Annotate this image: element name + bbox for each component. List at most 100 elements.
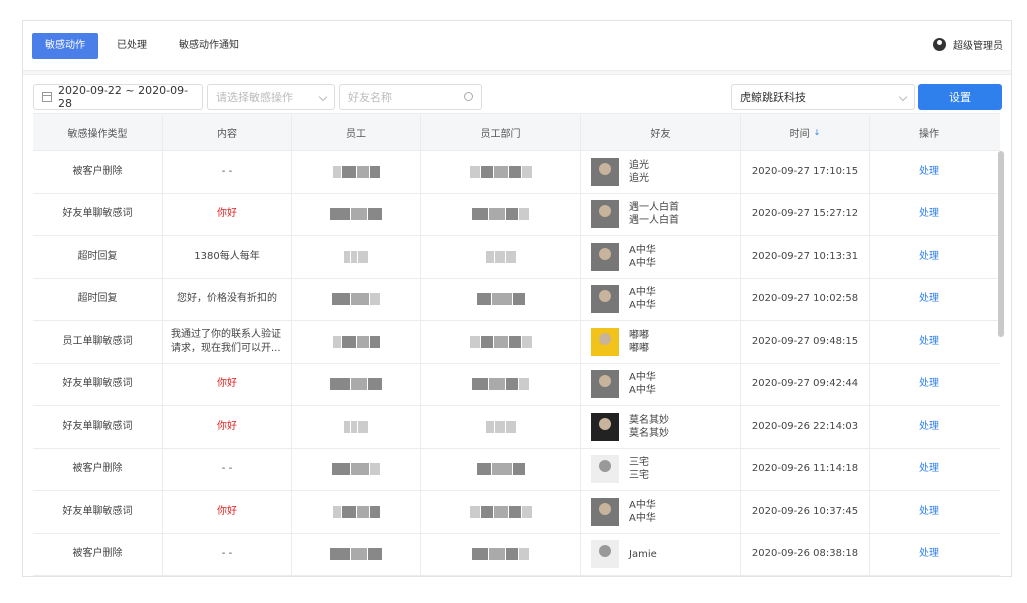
cell-action: 处理 (870, 491, 988, 533)
process-link[interactable]: 处理 (919, 250, 939, 264)
date-range-value: 2020-09-22 ~ 2020-09-28 (58, 84, 189, 110)
redacted-employee (344, 250, 368, 263)
cell-employee (292, 363, 421, 405)
friend-names: 追光 追光 (629, 159, 649, 185)
col-type: 敏感操作类型 (33, 114, 163, 150)
operation-select[interactable]: 请选择敏感操作 (207, 84, 335, 110)
cell-time: 2020-09-27 09:42:44 (741, 363, 870, 405)
user-menu[interactable]: 超级管理员 (933, 37, 1003, 52)
process-link[interactable]: 处理 (919, 165, 939, 179)
col-time[interactable]: 时间 ↓ (741, 114, 870, 150)
friend-names: A中华 A中华 (629, 499, 656, 525)
operation-placeholder: 请选择敏感操作 (216, 91, 293, 104)
table-row: 被客户删除 - - Jamie 2020-09-26 08:38:18 处理 (33, 533, 1000, 576)
tab-sensitive-notify[interactable]: 敏感动作通知 (166, 33, 252, 59)
cell-type: 好友单聊敏感词 (33, 491, 163, 533)
cell-employee (292, 151, 421, 193)
scrollbar[interactable] (998, 151, 1004, 337)
redacted-employee (332, 165, 380, 178)
col-content: 内容 (163, 114, 292, 150)
friend-name: 追光 (629, 159, 649, 171)
cell-friend: A中华 A中华 (581, 278, 741, 320)
cell-content: 你好 (163, 193, 292, 235)
cell-action: 处理 (870, 534, 988, 576)
redacted-department (469, 165, 532, 178)
cell-friend: 遇一人白首 遇一人白首 (581, 193, 741, 235)
friend-name: 嘟嘟 (629, 342, 649, 354)
table-row: 员工单聊敏感词 我通过了你的联系人验证请求，现在我们可以开... 嘟嘟 嘟嘟 2020-… (33, 321, 1000, 364)
cell-friend: 追光 追光 (581, 151, 741, 193)
friend-names: A中华 A中华 (629, 244, 656, 270)
process-link[interactable]: 处理 (919, 547, 939, 561)
cell-type: 被客户删除 (33, 448, 163, 490)
col-action: 操作 (919, 128, 939, 140)
cell-content: 你好 (163, 491, 292, 533)
company-select[interactable]: 虎鲸跳跃科技 (731, 84, 915, 110)
table-body: 被客户删除 - - 追光 追光 2020-09-27 17:10:15 处理 好友单聊敏感词… (33, 151, 1000, 576)
redacted-employee (332, 335, 380, 348)
tab-processed[interactable]: 已处理 (104, 33, 160, 59)
redacted-employee (330, 208, 382, 221)
redacted-employee (330, 378, 382, 391)
process-link[interactable]: 处理 (919, 292, 939, 306)
date-range-picker[interactable]: 2020-09-22 ~ 2020-09-28 (33, 84, 203, 110)
cell-employee (292, 448, 421, 490)
cell-time: 2020-09-27 10:02:58 (741, 278, 870, 320)
cell-employee (292, 236, 421, 278)
cell-department (421, 363, 581, 405)
table-row: 超时回复 1380每人每年 A中华 A中华 2020-09-27 10:13:31 处理 (33, 236, 1000, 279)
process-link[interactable]: 处理 (919, 335, 939, 349)
friend-search-input[interactable]: 好友名称 (339, 84, 482, 110)
process-link[interactable]: 处理 (919, 377, 939, 391)
company-value: 虎鲸跳跃科技 (740, 91, 806, 104)
avatar (591, 157, 619, 186)
cell-department (421, 491, 581, 533)
redacted-department (472, 378, 529, 391)
friend-name: 追光 (629, 172, 649, 184)
tab-sensitive-actions[interactable]: 敏感动作 (32, 32, 98, 59)
table-header: 敏感操作类型 内容 员工 员工部门 好友 时间 ↓ 操作 (33, 113, 1000, 151)
cell-content: - - (163, 151, 292, 193)
friend-names: 莫名其妙 莫名其妙 (629, 414, 669, 440)
cell-type: 超时回复 (33, 236, 163, 278)
sort-icon[interactable]: ↓ (814, 128, 821, 137)
friend-name: 莫名其妙 (629, 414, 669, 426)
cell-employee (292, 491, 421, 533)
process-link[interactable]: 处理 (919, 462, 939, 476)
friend-placeholder: 好友名称 (348, 91, 392, 104)
cell-action: 处理 (870, 449, 988, 491)
table-row: 好友单聊敏感词 你好 A中华 A中华 2020-09-27 09:42:44 处理 (33, 363, 1000, 406)
cell-action: 处理 (870, 406, 988, 448)
cell-type: 被客户删除 (33, 533, 163, 575)
process-link[interactable]: 处理 (919, 207, 939, 221)
cell-employee (292, 193, 421, 235)
chevron-down-icon (318, 92, 328, 102)
col-friend: 好友 (581, 114, 741, 150)
friend-names: A中华 A中华 (629, 286, 656, 312)
table-row: 被客户删除 - - 追光 追光 2020-09-27 17:10:15 处理 (33, 151, 1000, 194)
friend-names: 嘟嘟 嘟嘟 (629, 329, 649, 355)
cell-department (421, 193, 581, 235)
cell-action: 处理 (870, 364, 988, 406)
cell-type: 好友单聊敏感词 (33, 193, 163, 235)
redacted-department (485, 420, 516, 433)
chevron-down-icon (898, 92, 908, 102)
cell-type: 超时回复 (33, 278, 163, 320)
cell-content: - - (163, 533, 292, 575)
cell-department (421, 448, 581, 490)
friend-name: A中华 (629, 244, 656, 256)
cell-content: 1380每人每年 (163, 236, 292, 278)
redacted-department (476, 293, 525, 306)
cell-time: 2020-09-26 22:14:03 (741, 406, 870, 448)
calendar-icon (42, 92, 52, 102)
cell-content: - - (163, 448, 292, 490)
table-row: 超时回复 您好，价格没有折扣的 A中华 A中华 2020-09-27 10:02:58 处… (33, 278, 1000, 321)
process-link[interactable]: 处理 (919, 420, 939, 434)
redacted-department (472, 208, 529, 221)
cell-friend: A中华 A中华 (581, 491, 741, 533)
settings-button[interactable]: 设置 (918, 84, 1002, 110)
redacted-employee (332, 293, 380, 306)
process-link[interactable]: 处理 (919, 505, 939, 519)
friend-names: 三宅 三宅 (629, 456, 649, 482)
cell-department (421, 321, 581, 363)
